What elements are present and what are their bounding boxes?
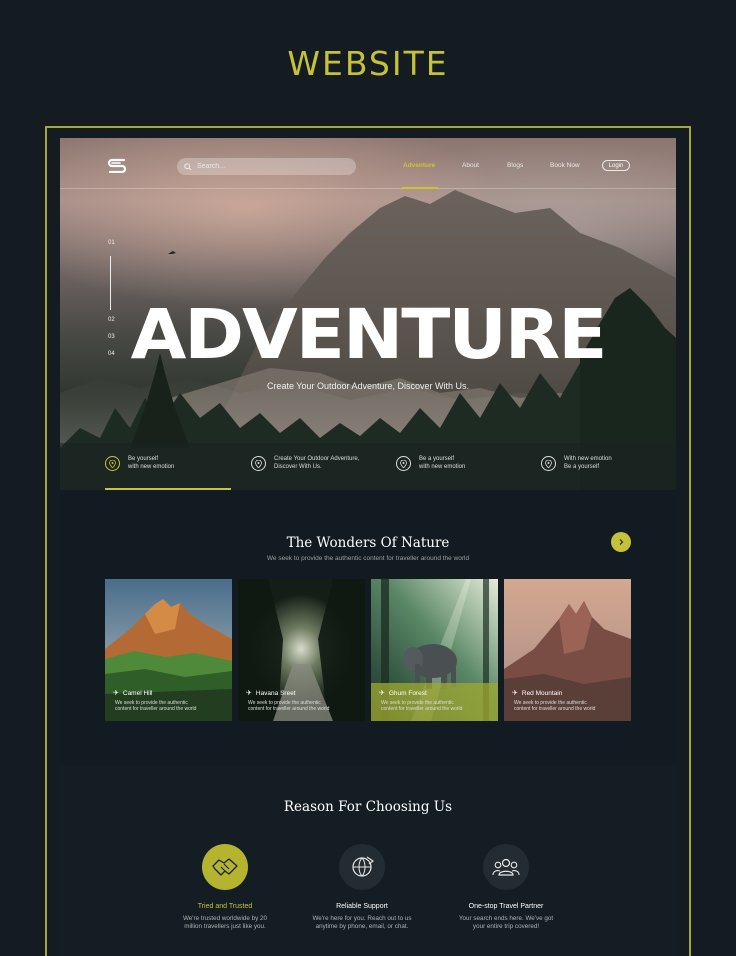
- next-arrow-button[interactable]: [611, 532, 631, 552]
- nav-item-book-now[interactable]: Book Now: [550, 162, 580, 169]
- location-pin-icon: [396, 456, 411, 471]
- nav-active-indicator: [402, 187, 438, 189]
- feature-line-2: Discover With Us.: [274, 463, 322, 470]
- slide-indicator-01[interactable]: 01: [108, 240, 115, 246]
- feature-line-2: with new emotion: [419, 463, 466, 470]
- feature-item-2[interactable]: Create Your Outdoor Adventure, Discover W…: [251, 456, 374, 471]
- card-desc-line-2: content for traveller around the world: [248, 706, 330, 712]
- card-desc-line-2: content for traveller around the world: [115, 706, 197, 712]
- reason-desc-line-2: million travellers just like you.: [184, 923, 266, 930]
- feature-item-3[interactable]: Be a yourself with new emotion: [396, 456, 519, 471]
- nav-item-blogs[interactable]: Blogs: [507, 162, 523, 169]
- group-icon: [483, 844, 529, 890]
- feature-line-1: Create Your Outdoor Adventure,: [274, 456, 360, 462]
- reason-one-stop-travel-partner: One-stop Travel Partner Your search ends…: [431, 844, 581, 931]
- feature-line-2: with new emotion: [128, 463, 175, 470]
- reason-desc-line-1: We're trusted worldwide by 20: [182, 915, 268, 922]
- wonders-title: The Wonders Of Nature: [286, 535, 450, 551]
- reason-title: Tried and Trusted: [197, 903, 253, 910]
- pin-icon: ✈: [246, 690, 252, 697]
- location-pin-icon: [541, 456, 556, 471]
- reason-desc-line-2: your entire trip covered!: [472, 923, 540, 930]
- pin-icon: ✈: [512, 690, 518, 697]
- card-desc-line-2: content for traveller around the world: [514, 706, 596, 712]
- reasons-title: Reason For Choosing Us: [283, 799, 453, 815]
- feature-line-1: Be a yourself: [419, 456, 455, 462]
- card-title: Havana Sreet: [255, 689, 296, 697]
- feature-line-1: Be yourself: [128, 456, 159, 462]
- hero-section: Adventure About Blogs Book Now Login 01 …: [60, 138, 676, 490]
- reason-reliable-support: Reliable Support We're here for you. Rea…: [287, 844, 437, 931]
- reason-title: Reliable Support: [336, 903, 388, 910]
- card-desc-line-2: content for traveller around the world: [381, 706, 463, 712]
- card-caption-highlighted: ✈ Ghum Forest We seek to provide the auth…: [371, 683, 498, 721]
- destination-card-camel-hill[interactable]: ✈ Camel Hill We seek to provide the authe…: [105, 579, 232, 721]
- feature-item-4[interactable]: With new emotion Be a yourself: [541, 456, 664, 471]
- nav-item-adventure[interactable]: Adventure: [403, 162, 435, 169]
- feature-item-1[interactable]: Be yourself with new emotion: [105, 456, 228, 471]
- reason-title: One-stop Travel Partner: [468, 903, 544, 910]
- features-bar: Be yourself with new emotion Create Your …: [60, 443, 676, 490]
- reasons-section: Reason For Choosing Us Tried and Trusted…: [60, 765, 676, 956]
- reason-desc-line-2: anytime by phone, email, or chat.: [315, 923, 409, 930]
- feature-line-2: Be a yourself: [564, 463, 600, 470]
- chevron-right-icon: [619, 539, 624, 545]
- wonders-subtitle: We seek to provide the authentic content…: [266, 555, 470, 562]
- location-pin-icon: [251, 456, 266, 471]
- pin-icon: ✈: [379, 690, 385, 697]
- destination-card-ghum-forest[interactable]: ✈ Ghum Forest We seek to provide the auth…: [371, 579, 498, 721]
- card-title: Red Mountain: [521, 689, 563, 697]
- reason-desc-line-1: We're here for you. Reach out to us: [312, 915, 412, 922]
- destination-card-havana-sreet[interactable]: ✈ Havana Sreet We seek to provide the aut…: [238, 579, 365, 721]
- main-nav: Adventure About Blogs Book Now: [60, 162, 676, 176]
- hero-subtitle: Create Your Outdoor Adventure, Discover …: [266, 381, 470, 391]
- location-pin-icon: [105, 456, 120, 471]
- nav-divider: [60, 188, 676, 189]
- reason-desc-line-1: Your search ends here. We've got: [458, 915, 554, 922]
- hero-title: ADVENTURE: [130, 294, 608, 374]
- nav-item-about[interactable]: About: [462, 162, 479, 169]
- pin-icon: ✈: [113, 690, 119, 697]
- wonders-section: The Wonders Of Nature We seek to provide…: [60, 490, 676, 765]
- website-mockup: Adventure About Blogs Book Now Login 01 …: [60, 138, 676, 956]
- handshake-icon: [202, 844, 248, 890]
- reason-tried-and-trusted: Tried and Trusted We're trusted worldwid…: [150, 844, 300, 931]
- feature-line-1: With new emotion: [564, 456, 612, 462]
- page-heading: WEBSITE: [287, 44, 449, 83]
- card-title: Camel Hill: [122, 689, 153, 697]
- card-title: Ghum Forest: [388, 689, 427, 697]
- card-caption: ✈ Camel Hill We seek to provide the authe…: [105, 683, 232, 721]
- support-globe-icon: [339, 844, 385, 890]
- card-caption: ✈ Havana Sreet We seek to provide the aut…: [238, 683, 365, 721]
- card-caption: ✈ Red Mountain We seek to provide the aut…: [504, 683, 631, 721]
- destination-card-red-mountain[interactable]: ✈ Red Mountain We seek to provide the aut…: [504, 579, 631, 721]
- login-button[interactable]: Login: [602, 160, 630, 171]
